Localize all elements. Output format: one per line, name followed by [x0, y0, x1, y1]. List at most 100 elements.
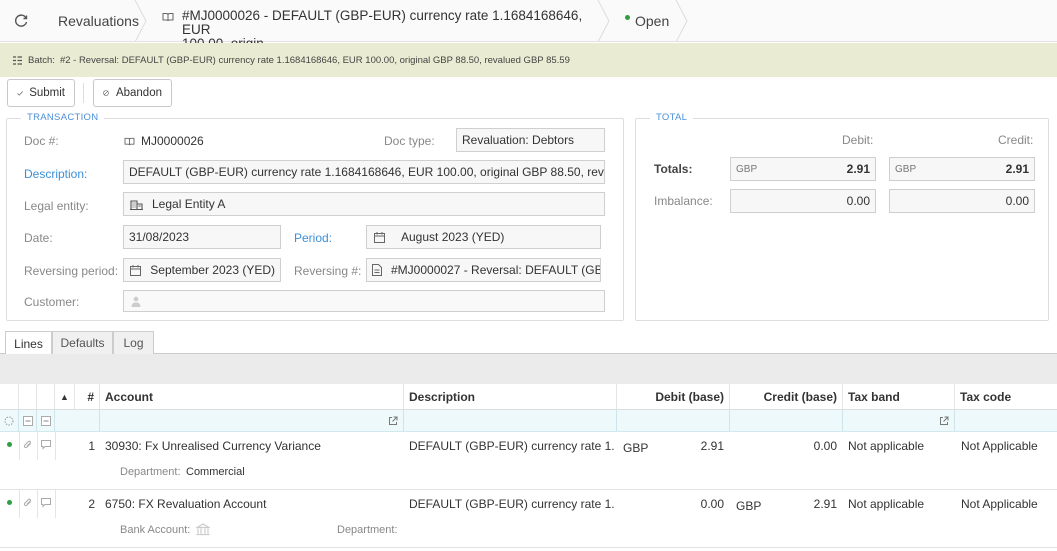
row-tax-band[interactable]: Not applicable [848, 497, 952, 511]
total-credit-header: Credit: [998, 133, 1034, 147]
period-field[interactable]: August 2023 (YED) [366, 225, 601, 249]
batch-bar: Batch: #2 - Reversal: DEFAULT (GBP-EUR) … [0, 43, 1057, 77]
row-tax-code[interactable]: Not Applicable [961, 497, 1057, 511]
header-attach-col [19, 384, 37, 410]
tab-lines[interactable]: Lines [5, 331, 52, 355]
total-legend: TOTAL [650, 112, 694, 123]
filter-description[interactable] [404, 410, 617, 431]
batch-icon [13, 55, 22, 65]
filter-tax-band[interactable] [843, 410, 955, 431]
calendar-icon [129, 264, 141, 276]
submit-button[interactable]: Submit [7, 79, 75, 107]
row-credit[interactable]: 2.91 [770, 497, 837, 511]
row-department-label: Department: [120, 466, 181, 478]
header-comment-col [37, 384, 55, 410]
row-debit[interactable]: 0.00 [660, 497, 724, 511]
row-department-value[interactable]: Commercial [186, 466, 245, 478]
description-label[interactable]: Description: [24, 167, 87, 181]
period-label[interactable]: Period: [294, 231, 332, 245]
transaction-legend: TRANSACTION [21, 112, 105, 123]
bank-icon[interactable] [196, 523, 210, 536]
breadcrumb-label: Revaluations [58, 12, 139, 29]
row-debit[interactable]: 2.91 [660, 439, 724, 453]
header-debit[interactable]: Debit (base) [617, 384, 730, 410]
tab-log[interactable]: Log [113, 331, 154, 354]
filter-dashed-circle-icon[interactable] [4, 416, 14, 426]
legal-entity-field[interactable]: Legal Entity A [123, 192, 605, 216]
total-debit-header: Debit: [842, 133, 874, 147]
reversing-period-label: Reversing period: [24, 264, 119, 278]
doc-no-value: MJ0000026 [141, 134, 204, 148]
totals-credit-value: 2.91 [1005, 162, 1029, 176]
reversing-no-value: #MJ0000027 - Reversal: DEFAULT (GBP- [391, 263, 601, 277]
filter-num[interactable] [55, 410, 100, 431]
doc-title-line1: #MJ0000026 - DEFAULT (GBP-EUR) currency … [182, 7, 583, 37]
totals-debit-field: GBP 2.91 [730, 157, 876, 181]
row-description[interactable]: DEFAULT (GBP-EUR) currency rate 1.1... [409, 497, 614, 511]
imbalance-debit-field: 0.00 [730, 189, 876, 213]
paperclip-icon[interactable] [23, 498, 33, 508]
doc-type-field[interactable]: Revaluation: Debtors [456, 128, 605, 152]
calendar-icon [372, 231, 386, 243]
breadcrumb-document[interactable]: #MJ0000026 - DEFAULT (GBP-EUR) currency … [142, 0, 610, 50]
row-credit[interactable]: 0.00 [770, 439, 837, 453]
comment-icon[interactable] [41, 440, 51, 450]
external-link-icon[interactable] [939, 416, 949, 426]
row-description[interactable]: DEFAULT (GBP-EUR) currency rate 1.1... [409, 439, 614, 453]
date-value: 31/08/2023 [129, 230, 190, 244]
filter-cell [37, 410, 55, 431]
header-tax-band[interactable]: Tax band [843, 384, 955, 410]
external-link-icon[interactable] [388, 416, 398, 426]
customer-field[interactable] [123, 290, 605, 312]
row-tax-code[interactable]: Not Applicable [961, 439, 1057, 453]
tab-defaults[interactable]: Defaults [52, 331, 113, 354]
sort-icon[interactable]: ▲ [55, 384, 75, 410]
filter-minus-icon[interactable] [41, 416, 51, 426]
filter-debit[interactable] [617, 410, 730, 431]
filter-minus-icon[interactable] [23, 416, 33, 426]
table-row[interactable]: 2 6750: FX Revaluation Account DEFAULT (… [0, 490, 1057, 548]
person-icon [129, 296, 143, 307]
header-num[interactable]: # [75, 384, 100, 410]
filter-row [0, 410, 1057, 432]
reversing-no-label: Reversing #: [294, 264, 362, 278]
filter-credit[interactable] [730, 410, 843, 431]
doc-book-icon [124, 137, 135, 146]
row-num: 2 [88, 497, 95, 511]
legal-entity-label: Legal entity: [24, 199, 89, 213]
filter-tax-code[interactable] [955, 410, 1057, 431]
row-account[interactable]: 30930: Fx Unrealised Currency Variance [105, 439, 400, 453]
header-account[interactable]: Account [100, 384, 404, 410]
row-tax-band[interactable]: Not applicable [848, 439, 952, 453]
row-status-dot [7, 500, 12, 505]
header-description[interactable]: Description [404, 384, 617, 410]
description-field[interactable]: DEFAULT (GBP-EUR) currency rate 1.168416… [123, 160, 605, 184]
comment-icon[interactable] [41, 498, 51, 508]
batch-label: Batch: [28, 54, 55, 66]
building-icon [129, 198, 143, 210]
filter-account[interactable] [100, 410, 404, 431]
imbalance-credit-field: 0.00 [889, 189, 1035, 213]
filter-cell [19, 410, 37, 431]
header-tax-code[interactable]: Tax code [955, 384, 1057, 410]
reversing-period-field[interactable]: September 2023 (YED) [123, 258, 281, 282]
reversing-no-field[interactable]: #MJ0000027 - Reversal: DEFAULT (GBP- [366, 258, 601, 282]
header-status-col [0, 384, 19, 410]
table-row[interactable]: 1 30930: Fx Unrealised Currency Variance… [0, 432, 1057, 490]
check-icon [17, 90, 23, 96]
breadcrumb-revaluations[interactable]: Revaluations [42, 0, 147, 42]
doc-type-label: Doc type: [384, 134, 435, 148]
refresh-button[interactable] [0, 0, 42, 42]
abandon-button[interactable]: Abandon [93, 79, 172, 107]
filter-cell [0, 410, 19, 431]
row-account[interactable]: 6750: FX Revaluation Account [105, 497, 400, 511]
totals-debit-value: 2.91 [846, 162, 870, 176]
status-badge: Open [605, 0, 688, 42]
date-field[interactable]: 31/08/2023 [123, 225, 281, 249]
header-credit[interactable]: Credit (base) [730, 384, 843, 410]
status-dot [625, 15, 630, 20]
date-label: Date: [24, 231, 53, 245]
grid-toolbar-area [0, 354, 1057, 384]
paperclip-icon[interactable] [23, 440, 33, 450]
doc-no-label: Doc #: [24, 134, 59, 148]
